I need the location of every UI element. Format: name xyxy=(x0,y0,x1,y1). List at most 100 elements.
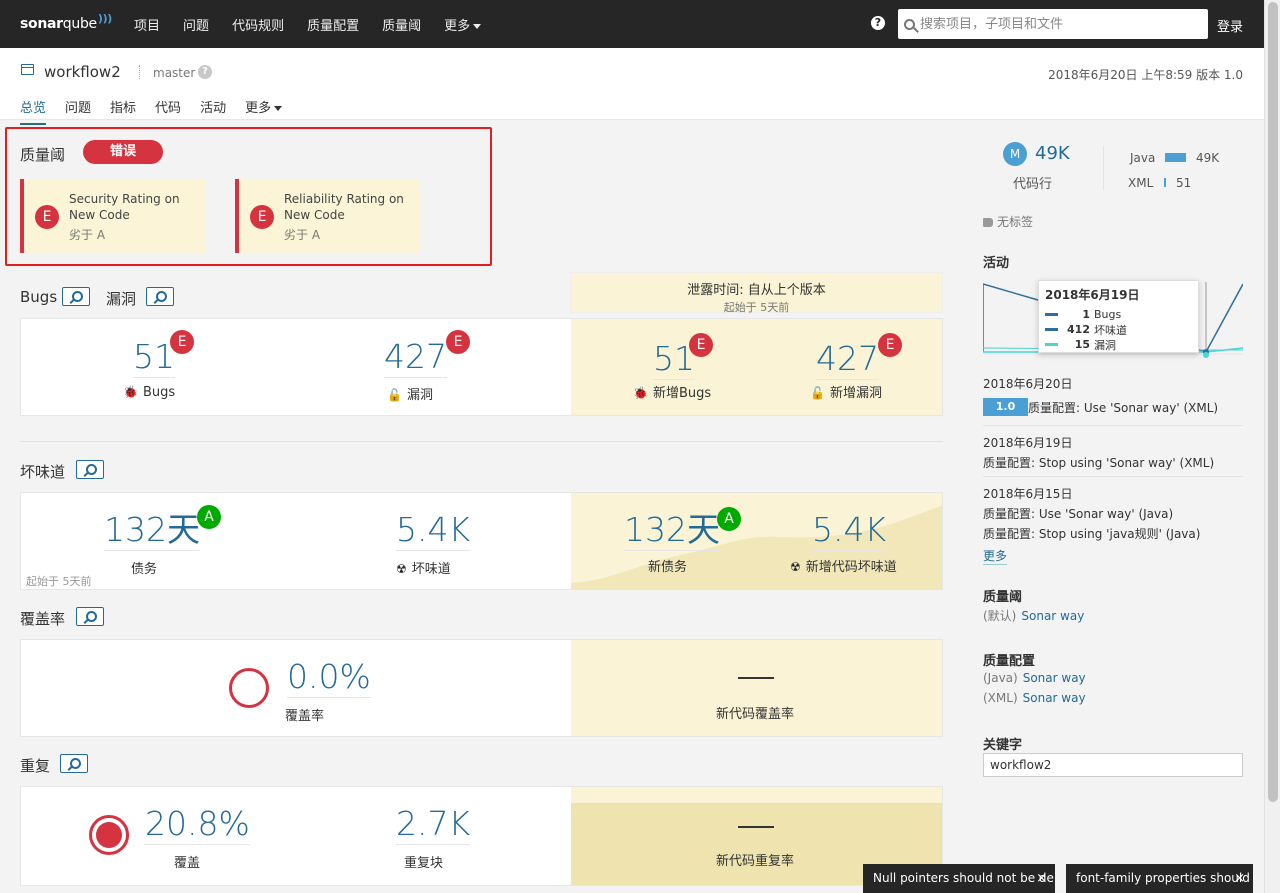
close-icon[interactable]: × xyxy=(1036,864,1047,893)
loc-divider xyxy=(1103,146,1104,190)
duplicated-blocks-label: 重复块 xyxy=(404,856,444,871)
event-text: 质量配置: Use 'Sonar way' (XML) xyxy=(1028,401,1219,415)
new-debt-label: 新债务 xyxy=(648,560,688,575)
event-text: 质量配置: Use 'Sonar way' (Java) xyxy=(983,507,1174,521)
lines-of-code-value[interactable]: 49K xyxy=(1035,143,1070,164)
sidebar-quality-profiles-title: 质量配置 xyxy=(983,654,1036,669)
duplicated-blocks-value[interactable]: 2.7K xyxy=(396,804,471,845)
nav-more[interactable]: 更多 xyxy=(444,15,482,34)
new-duplication-empty-dash xyxy=(738,826,774,828)
lock-icon: 🔓 xyxy=(387,388,402,402)
tab-measures[interactable]: 指标 xyxy=(110,97,136,125)
page-scrollbar[interactable] xyxy=(1264,0,1280,893)
new-bugs-rating-badge[interactable]: E xyxy=(689,333,713,357)
branch-help-icon[interactable]: ? xyxy=(198,65,212,79)
maintainability-rating-badge[interactable]: A xyxy=(197,505,221,529)
chevron-down-icon xyxy=(473,23,482,29)
drilldown-vulnerabilities-icon[interactable] xyxy=(146,287,174,306)
profile-link[interactable]: Sonar way xyxy=(1023,671,1086,685)
drilldown-duplications-icon[interactable] xyxy=(60,754,88,773)
tab-overview[interactable]: 总览 xyxy=(20,97,47,125)
project-name[interactable]: workflow2 xyxy=(44,63,121,81)
quality-gate-link[interactable]: Sonar way xyxy=(1021,609,1084,623)
drilldown-bugs-icon[interactable] xyxy=(62,287,90,306)
new-maintainability-rating-badge[interactable]: A xyxy=(717,507,741,531)
help-icon[interactable]: ? xyxy=(871,16,885,30)
vulnerabilities-label-text: 漏洞 xyxy=(406,388,433,403)
activity-title: 活动 xyxy=(983,256,1010,271)
qg-condition-security[interactable]: E Security Rating on New Code 劣于 A xyxy=(20,179,205,253)
language-xml: XML xyxy=(1128,176,1154,190)
coverage-value[interactable]: 0.0% xyxy=(287,657,371,698)
nav-rules[interactable]: 代码规则 xyxy=(232,15,284,34)
lines-of-code-label: 代码行 xyxy=(1013,177,1053,192)
tags-line[interactable]: 无标签 xyxy=(983,213,1033,230)
new-vulnerabilities-label: 🔓 新增漏洞 xyxy=(810,382,882,401)
vulnerabilities-value[interactable]: 427 xyxy=(384,337,447,378)
new-vulnerabilities-value[interactable]: 427 xyxy=(816,339,879,380)
coverage-label: 覆盖率 xyxy=(285,709,325,724)
logo-text-light: qube xyxy=(62,16,97,32)
code-smells-label: ☢ 坏味道 xyxy=(396,558,451,577)
new-bugs-label: 🐞 新增Bugs xyxy=(633,382,711,401)
sidebar-profile-xml: (XML) Sonar way xyxy=(983,691,1086,705)
sidebar-quality-gate-row: (默认) Sonar way xyxy=(983,607,1084,624)
login-link[interactable]: 登录 xyxy=(1217,16,1243,35)
project-meta: 2018年6月20日 上午8:59 版本 1.0 xyxy=(1048,68,1243,82)
notification-toast[interactable]: font-family properties should ... × xyxy=(1066,864,1253,893)
qg-condition-reliability[interactable]: E Reliability Rating on New Code 劣于 A xyxy=(235,179,420,253)
tab-activity[interactable]: 活动 xyxy=(200,97,226,125)
tag-icon xyxy=(983,218,993,227)
vulnerabilities-rating-badge[interactable]: E xyxy=(446,330,470,354)
coverage-donut-icon[interactable] xyxy=(229,668,269,708)
bugs-label: 🐞 Bugs xyxy=(123,385,175,400)
duplication-donut-icon[interactable] xyxy=(89,815,129,855)
project-key-field[interactable]: workflow2 xyxy=(983,753,1243,777)
toast-text: font-family properties should ... xyxy=(1076,871,1253,885)
section-title-coverage: 覆盖率 xyxy=(20,610,66,628)
series-swatch xyxy=(1045,313,1058,316)
bugs-rating-badge[interactable]: E xyxy=(170,330,194,354)
global-search[interactable] xyxy=(898,9,1208,39)
duplication-value[interactable]: 20.8% xyxy=(145,804,250,845)
nav-quality-gates[interactable]: 质量阈 xyxy=(382,15,421,34)
tab-code[interactable]: 代码 xyxy=(155,97,181,125)
nav-issues[interactable]: 问题 xyxy=(183,15,209,34)
drilldown-code-smells-icon[interactable] xyxy=(76,460,104,479)
language-bar-java xyxy=(1165,153,1186,162)
coverage-panel xyxy=(20,639,943,737)
radiation-icon: ☢ xyxy=(790,560,801,574)
activity-more-link[interactable]: 更多 xyxy=(983,547,1008,565)
event-text: 质量配置: Stop using 'Sonar way' (XML) xyxy=(983,456,1215,470)
branch-icon xyxy=(139,65,143,79)
scrollbar-thumb[interactable] xyxy=(1268,2,1278,802)
tooltip-label: Bugs xyxy=(1094,308,1122,321)
notification-toast[interactable]: Null pointers should not be de... × xyxy=(863,864,1055,893)
tab-issues[interactable]: 问题 xyxy=(65,97,91,125)
new-vulnerabilities-rating-badge[interactable]: E xyxy=(878,333,902,357)
new-debt-value[interactable]: 132天 xyxy=(624,510,720,551)
bugs-value[interactable]: 51 xyxy=(133,337,175,378)
language-bar-xml xyxy=(1164,178,1166,187)
chevron-down-icon xyxy=(274,106,283,111)
close-icon[interactable]: × xyxy=(1234,864,1245,893)
drilldown-coverage-icon[interactable] xyxy=(76,607,104,626)
debt-value[interactable]: 132天 xyxy=(104,510,200,551)
leak-period-since: 起始于 5天前 xyxy=(723,301,790,314)
section-title-code-smells: 坏味道 xyxy=(20,463,66,481)
sonarqube-logo[interactable]: sonar qube))) xyxy=(20,12,112,33)
new-code-smells-value[interactable]: 5.4K xyxy=(812,510,887,551)
bug-icon: 🐞 xyxy=(123,385,138,399)
profile-link[interactable]: Sonar way xyxy=(1023,691,1086,705)
event-date: 2018年6月19日 xyxy=(983,436,1073,450)
tab-more[interactable]: 更多 xyxy=(245,97,283,125)
tooltip-date: 2018年6月19日 xyxy=(1045,288,1140,302)
nav-projects[interactable]: 项目 xyxy=(134,15,160,34)
tooltip-num: 412 xyxy=(1067,323,1090,336)
code-smells-value[interactable]: 5.4K xyxy=(396,510,471,551)
nav-quality-profiles[interactable]: 质量配置 xyxy=(307,15,359,34)
project-tabs: 总览 问题 指标 代码 活动 更多 xyxy=(20,97,301,125)
new-coverage-empty-dash xyxy=(738,677,774,679)
search-input[interactable] xyxy=(920,16,1190,32)
leak-period-title: 泄露时间: 自从上个版本 xyxy=(687,283,826,298)
